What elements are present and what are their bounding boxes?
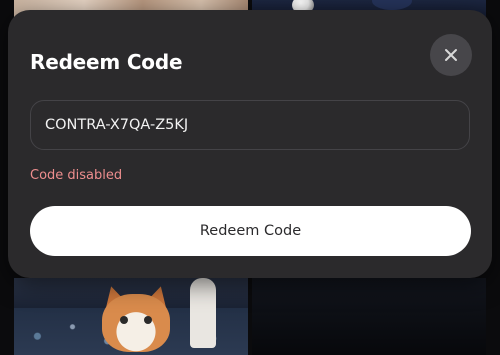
redeem-code-dialog: Redeem Code Code disabled Redeem Code: [8, 10, 492, 278]
thumbnail-detail: [372, 0, 412, 10]
error-message: Code disabled: [30, 168, 123, 183]
code-input[interactable]: [30, 100, 470, 150]
dialog-title: Redeem Code: [30, 50, 183, 74]
cat-head: [102, 294, 170, 352]
feed-thumbnail[interactable]: [14, 278, 248, 355]
cat-eye: [120, 316, 128, 324]
close-icon: [445, 49, 457, 61]
feed-thumbnail[interactable]: [252, 278, 486, 355]
raised-arm-image: [190, 278, 216, 348]
close-button[interactable]: [430, 34, 472, 76]
screen: Redeem Code Code disabled Redeem Code: [0, 0, 500, 355]
cat-eye: [144, 316, 152, 324]
redeem-code-button[interactable]: Redeem Code: [30, 206, 471, 256]
cat-image: [96, 283, 180, 355]
